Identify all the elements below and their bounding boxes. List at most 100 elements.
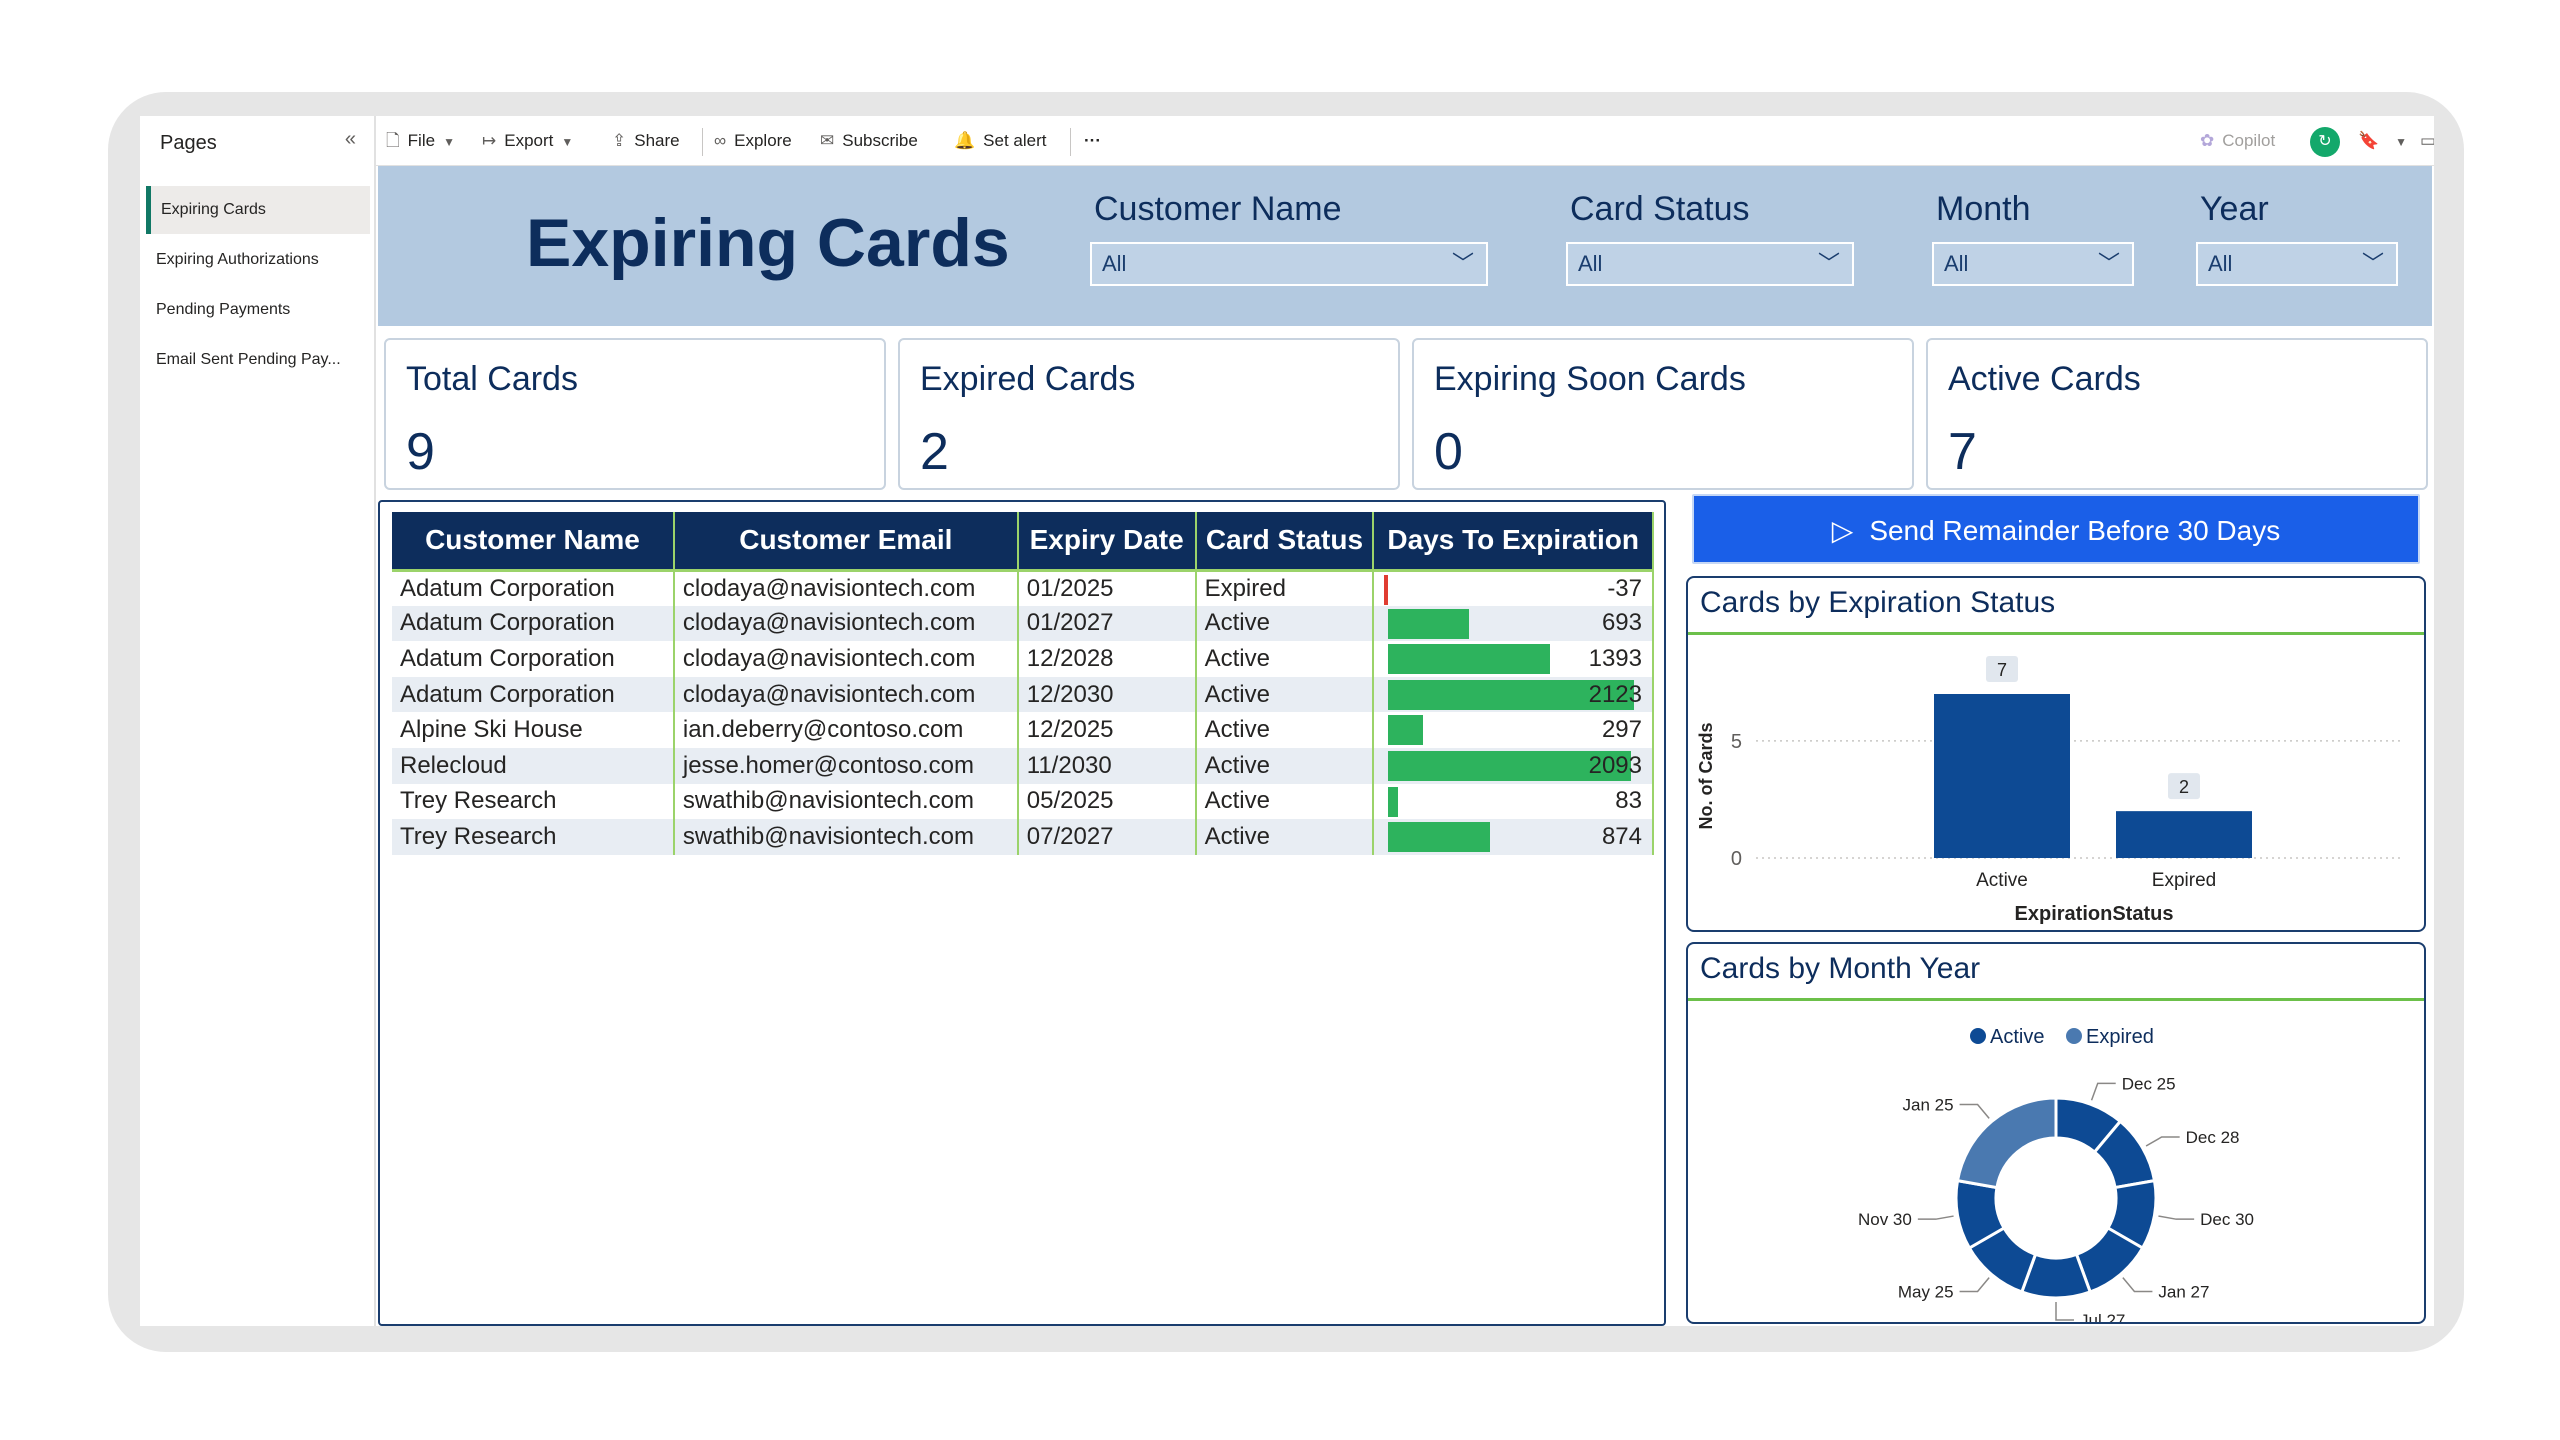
- table-row[interactable]: Trey Research swathib@navisiontech.com 05/…: [392, 783, 1654, 820]
- user-avatar[interactable]: ↻: [2310, 116, 2340, 166]
- cell-customer-email: clodaya@navisiontech.com: [673, 676, 1019, 713]
- bookmark-menu[interactable]: 🔖 ▼: [2358, 116, 2407, 166]
- kpi-value: 7: [1948, 423, 1977, 481]
- table-row[interactable]: Adatum Corporation clodaya@navisiontech.c…: [392, 605, 1654, 642]
- cell-days-to-expiration: -37: [1373, 570, 1654, 606]
- column-header-customer-name[interactable]: Customer Name: [392, 512, 675, 572]
- table-body: Adatum Corporation clodaya@navisiontech.c…: [392, 570, 1654, 855]
- kpi-value: 0: [1434, 423, 1463, 481]
- legend-marker-expired: [2066, 1028, 2082, 1044]
- cell-customer-email: clodaya@navisiontech.com: [673, 641, 1019, 677]
- cell-customer-name: Adatum Corporation: [392, 605, 675, 642]
- cell-days-to-expiration: 2123: [1373, 676, 1654, 713]
- cell-expiry-date: 12/2030: [1017, 676, 1197, 713]
- kpi-total-cards: Total Cards 9: [384, 338, 886, 490]
- column-header-days-to-expiration[interactable]: Days To Expiration: [1373, 512, 1654, 572]
- page-item-email-sent-pending[interactable]: Email Sent Pending Pay...: [146, 336, 370, 384]
- chevron-down-icon: ﹀: [2361, 251, 2384, 276]
- column-header-card-status[interactable]: Card Status: [1195, 512, 1375, 572]
- data-label: 2: [2179, 777, 2189, 797]
- set-alert-button[interactable]: 🔔 Set alert: [954, 116, 1046, 166]
- expiration-status-chart: 0 5 No. of Cards ExpirationStatus 7 Active 2 Ex…: [1696, 656, 2404, 925]
- positive-data-bar: [1388, 786, 1398, 817]
- slice-label: May 25: [1898, 1282, 1954, 1301]
- leader-line: [2145, 1136, 2180, 1147]
- cell-customer-name: Trey Research: [392, 783, 675, 820]
- days-value: 2093: [1588, 751, 1642, 779]
- cell-days-to-expiration: 297: [1373, 712, 1654, 748]
- month-slicer[interactable]: All ﹀: [1932, 242, 2134, 286]
- cards-table-visual: Customer Name Customer Email Expiry Date…: [378, 500, 1666, 1326]
- data-label: 7: [1997, 660, 2007, 680]
- pages-pane-title: Pages: [160, 132, 217, 154]
- table-row[interactable]: Alpine Ski House ian.deberry@contoso.com 1…: [392, 712, 1654, 748]
- positive-data-bar: [1388, 608, 1469, 639]
- x-tick-label: Expired: [2152, 870, 2216, 891]
- kpi-expiring-soon-cards: Expiring Soon Cards 0: [1412, 338, 1914, 490]
- cell-expiry-date: 01/2027: [1017, 605, 1197, 642]
- share-button[interactable]: ⇪ Share: [612, 116, 680, 166]
- table-row[interactable]: Relecloud jesse.homer@contoso.com 11/2030 A…: [392, 747, 1654, 784]
- table-row[interactable]: Trey Research swathib@navisiontech.com 07/…: [392, 819, 1654, 855]
- cell-customer-name: Trey Research: [392, 819, 675, 855]
- send-reminder-button[interactable]: ▷ Send Remainder Before 30 Days: [1692, 494, 2420, 564]
- table-header-row: Customer Name Customer Email Expiry Date…: [392, 512, 1654, 572]
- days-value: 874: [1601, 822, 1642, 850]
- positive-data-bar: [1388, 822, 1490, 853]
- cell-customer-name: Adatum Corporation: [392, 641, 675, 677]
- negative-data-bar: [1384, 574, 1389, 605]
- column-header-expiry-date[interactable]: Expiry Date: [1017, 512, 1197, 572]
- cell-card-status: Active: [1195, 676, 1375, 713]
- table-row[interactable]: Adatum Corporation clodaya@navisiontech.c…: [392, 641, 1654, 677]
- cell-days-to-expiration: 83: [1373, 783, 1654, 820]
- card-status-slicer-label: Card Status: [1570, 190, 1750, 228]
- collapse-pane-icon[interactable]: «: [345, 128, 356, 151]
- days-value: 2123: [1588, 680, 1642, 708]
- report-header: Expiring Cards Customer Name All ﹀ Card S…: [378, 166, 2432, 326]
- customer-name-slicer[interactable]: All ﹀: [1090, 242, 1488, 286]
- cell-card-status: Active: [1195, 747, 1375, 784]
- copilot-button[interactable]: ✿ Copilot: [2200, 116, 2275, 166]
- subscribe-button[interactable]: ✉ Subscribe: [820, 116, 918, 166]
- export-menu[interactable]: ↦ Export ▼: [482, 116, 573, 166]
- table-row[interactable]: Adatum Corporation clodaya@navisiontech.c…: [392, 570, 1654, 606]
- toolbar-divider: [1070, 128, 1071, 156]
- chevron-down-icon: ▼: [2395, 135, 2408, 149]
- customer-name-slicer-value: All: [1102, 251, 1127, 276]
- cell-customer-email: jesse.homer@contoso.com: [673, 747, 1019, 784]
- card-status-slicer[interactable]: All ﹀: [1566, 242, 1854, 286]
- year-slicer[interactable]: All ﹀: [2196, 242, 2398, 286]
- more-options-button[interactable]: ···: [1084, 116, 1101, 166]
- page-item-pending-payments[interactable]: Pending Payments: [146, 286, 370, 334]
- cell-card-status: Active: [1195, 712, 1375, 748]
- file-icon: 🗋: [386, 131, 400, 150]
- page-item-expiring-authorizations[interactable]: Expiring Authorizations: [146, 236, 370, 284]
- refresh-avatar-icon: ↻: [2310, 126, 2340, 157]
- days-value: 693: [1601, 609, 1642, 637]
- cell-customer-email: clodaya@navisiontech.com: [673, 605, 1019, 642]
- file-menu[interactable]: 🗋 File ▼: [386, 116, 455, 166]
- customer-name-slicer-label: Customer Name: [1094, 190, 1342, 228]
- legend-marker-active: [1970, 1028, 1986, 1044]
- panel-title: Cards by Expiration Status: [1700, 586, 2056, 619]
- cell-customer-name: Adatum Corporation: [392, 676, 675, 713]
- table-row[interactable]: Adatum Corporation clodaya@navisiontech.c…: [392, 676, 1654, 713]
- view-icon: ▭: [2420, 131, 2434, 150]
- app-window: Pages « Expiring Cards Expiring Authoriz…: [140, 116, 2434, 1326]
- month-year-chart: Active Expired Dec 25 Dec 28 Dec 30 Jan 27 Jul…: [1858, 1026, 2254, 1322]
- kpi-label: Expired Cards: [920, 360, 1136, 398]
- column-header-customer-email[interactable]: Customer Email: [673, 512, 1019, 572]
- month-slicer-value: All: [1944, 251, 1969, 276]
- bar-active: [1934, 694, 2070, 858]
- view-menu[interactable]: ▭: [2420, 116, 2434, 166]
- slice-label: Jan 27: [2158, 1282, 2209, 1301]
- year-slicer-label: Year: [2200, 190, 2269, 228]
- leader-line: [2055, 1302, 2074, 1321]
- panel-divider: [1688, 998, 2424, 1001]
- send-reminder-label: Send Remainder Before 30 Days: [1869, 515, 2281, 546]
- page-item-expiring-cards[interactable]: Expiring Cards: [146, 186, 370, 234]
- explore-button[interactable]: ∞ Explore: [714, 116, 792, 166]
- bar-expired: [2116, 811, 2252, 858]
- leader-line: [1959, 1277, 1990, 1293]
- chevron-down-icon: ﹀: [1817, 251, 1840, 276]
